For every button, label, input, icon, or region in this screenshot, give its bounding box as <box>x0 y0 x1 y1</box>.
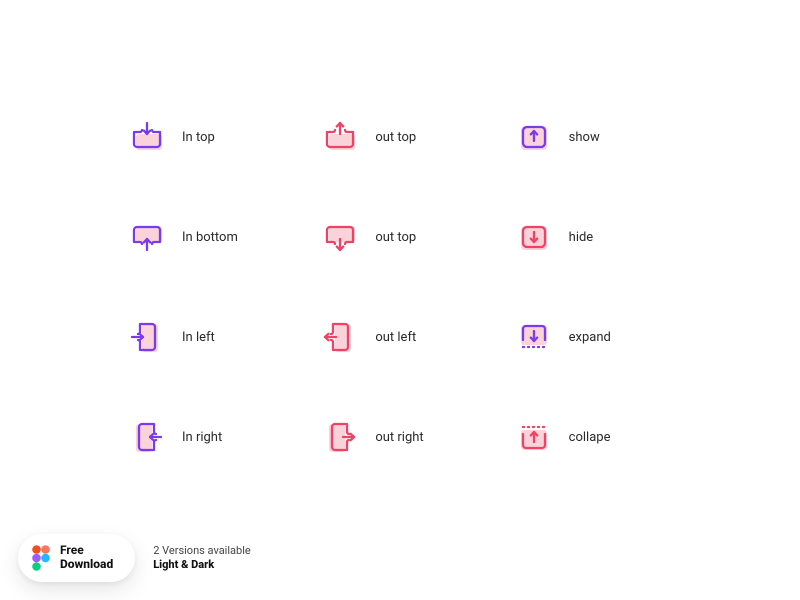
icon-cell-expand: expand <box>517 320 690 354</box>
out-right-icon <box>323 420 357 454</box>
out-left-icon <box>323 320 357 354</box>
icon-label: In left <box>182 330 215 345</box>
figma-icon <box>32 545 50 571</box>
meta-line2: Light & Dark <box>153 558 251 572</box>
meta-line1: 2 Versions available <box>153 544 251 558</box>
icon-cell-collape: collape <box>517 420 690 454</box>
icon-label: expand <box>569 330 611 345</box>
out-top-icon <box>323 120 357 154</box>
show-icon <box>517 120 551 154</box>
icon-label: collape <box>569 430 611 445</box>
icon-label: out top <box>375 230 416 245</box>
in-bottom-icon <box>130 220 164 254</box>
free-download-button[interactable]: Free Download <box>18 534 135 582</box>
hide-icon <box>517 220 551 254</box>
icon-cell-out-right: out right <box>323 420 496 454</box>
icon-label: out left <box>375 330 416 345</box>
icon-cell-out-left: out left <box>323 320 496 354</box>
icon-cell-out-top: out top <box>323 120 496 154</box>
in-top-icon <box>130 120 164 154</box>
pill-line2: Download <box>60 558 113 572</box>
icon-cell-in-top: In top <box>130 120 303 154</box>
collapse-icon <box>517 420 551 454</box>
versions-meta: 2 Versions available Light & Dark <box>153 544 251 572</box>
icon-label: out right <box>375 430 423 445</box>
icon-cell-in-bottom: In bottom <box>130 220 303 254</box>
icon-label: In bottom <box>182 230 238 245</box>
expand-icon <box>517 320 551 354</box>
icon-label: show <box>569 130 600 145</box>
icon-cell-in-left: In left <box>130 320 303 354</box>
icon-label: hide <box>569 230 594 245</box>
icon-label: In right <box>182 430 222 445</box>
icon-label: out top <box>375 130 416 145</box>
icon-cell-show: show <box>517 120 690 154</box>
out-bottom-icon <box>323 220 357 254</box>
icon-cell-in-right: In right <box>130 420 303 454</box>
pill-line1: Free <box>60 544 113 558</box>
icon-label: In top <box>182 130 215 145</box>
icon-cell-out-top-2: out top <box>323 220 496 254</box>
icon-cell-hide: hide <box>517 220 690 254</box>
download-badge: Free Download 2 Versions available Light… <box>18 534 251 582</box>
in-left-icon <box>130 320 164 354</box>
in-right-icon <box>130 420 164 454</box>
